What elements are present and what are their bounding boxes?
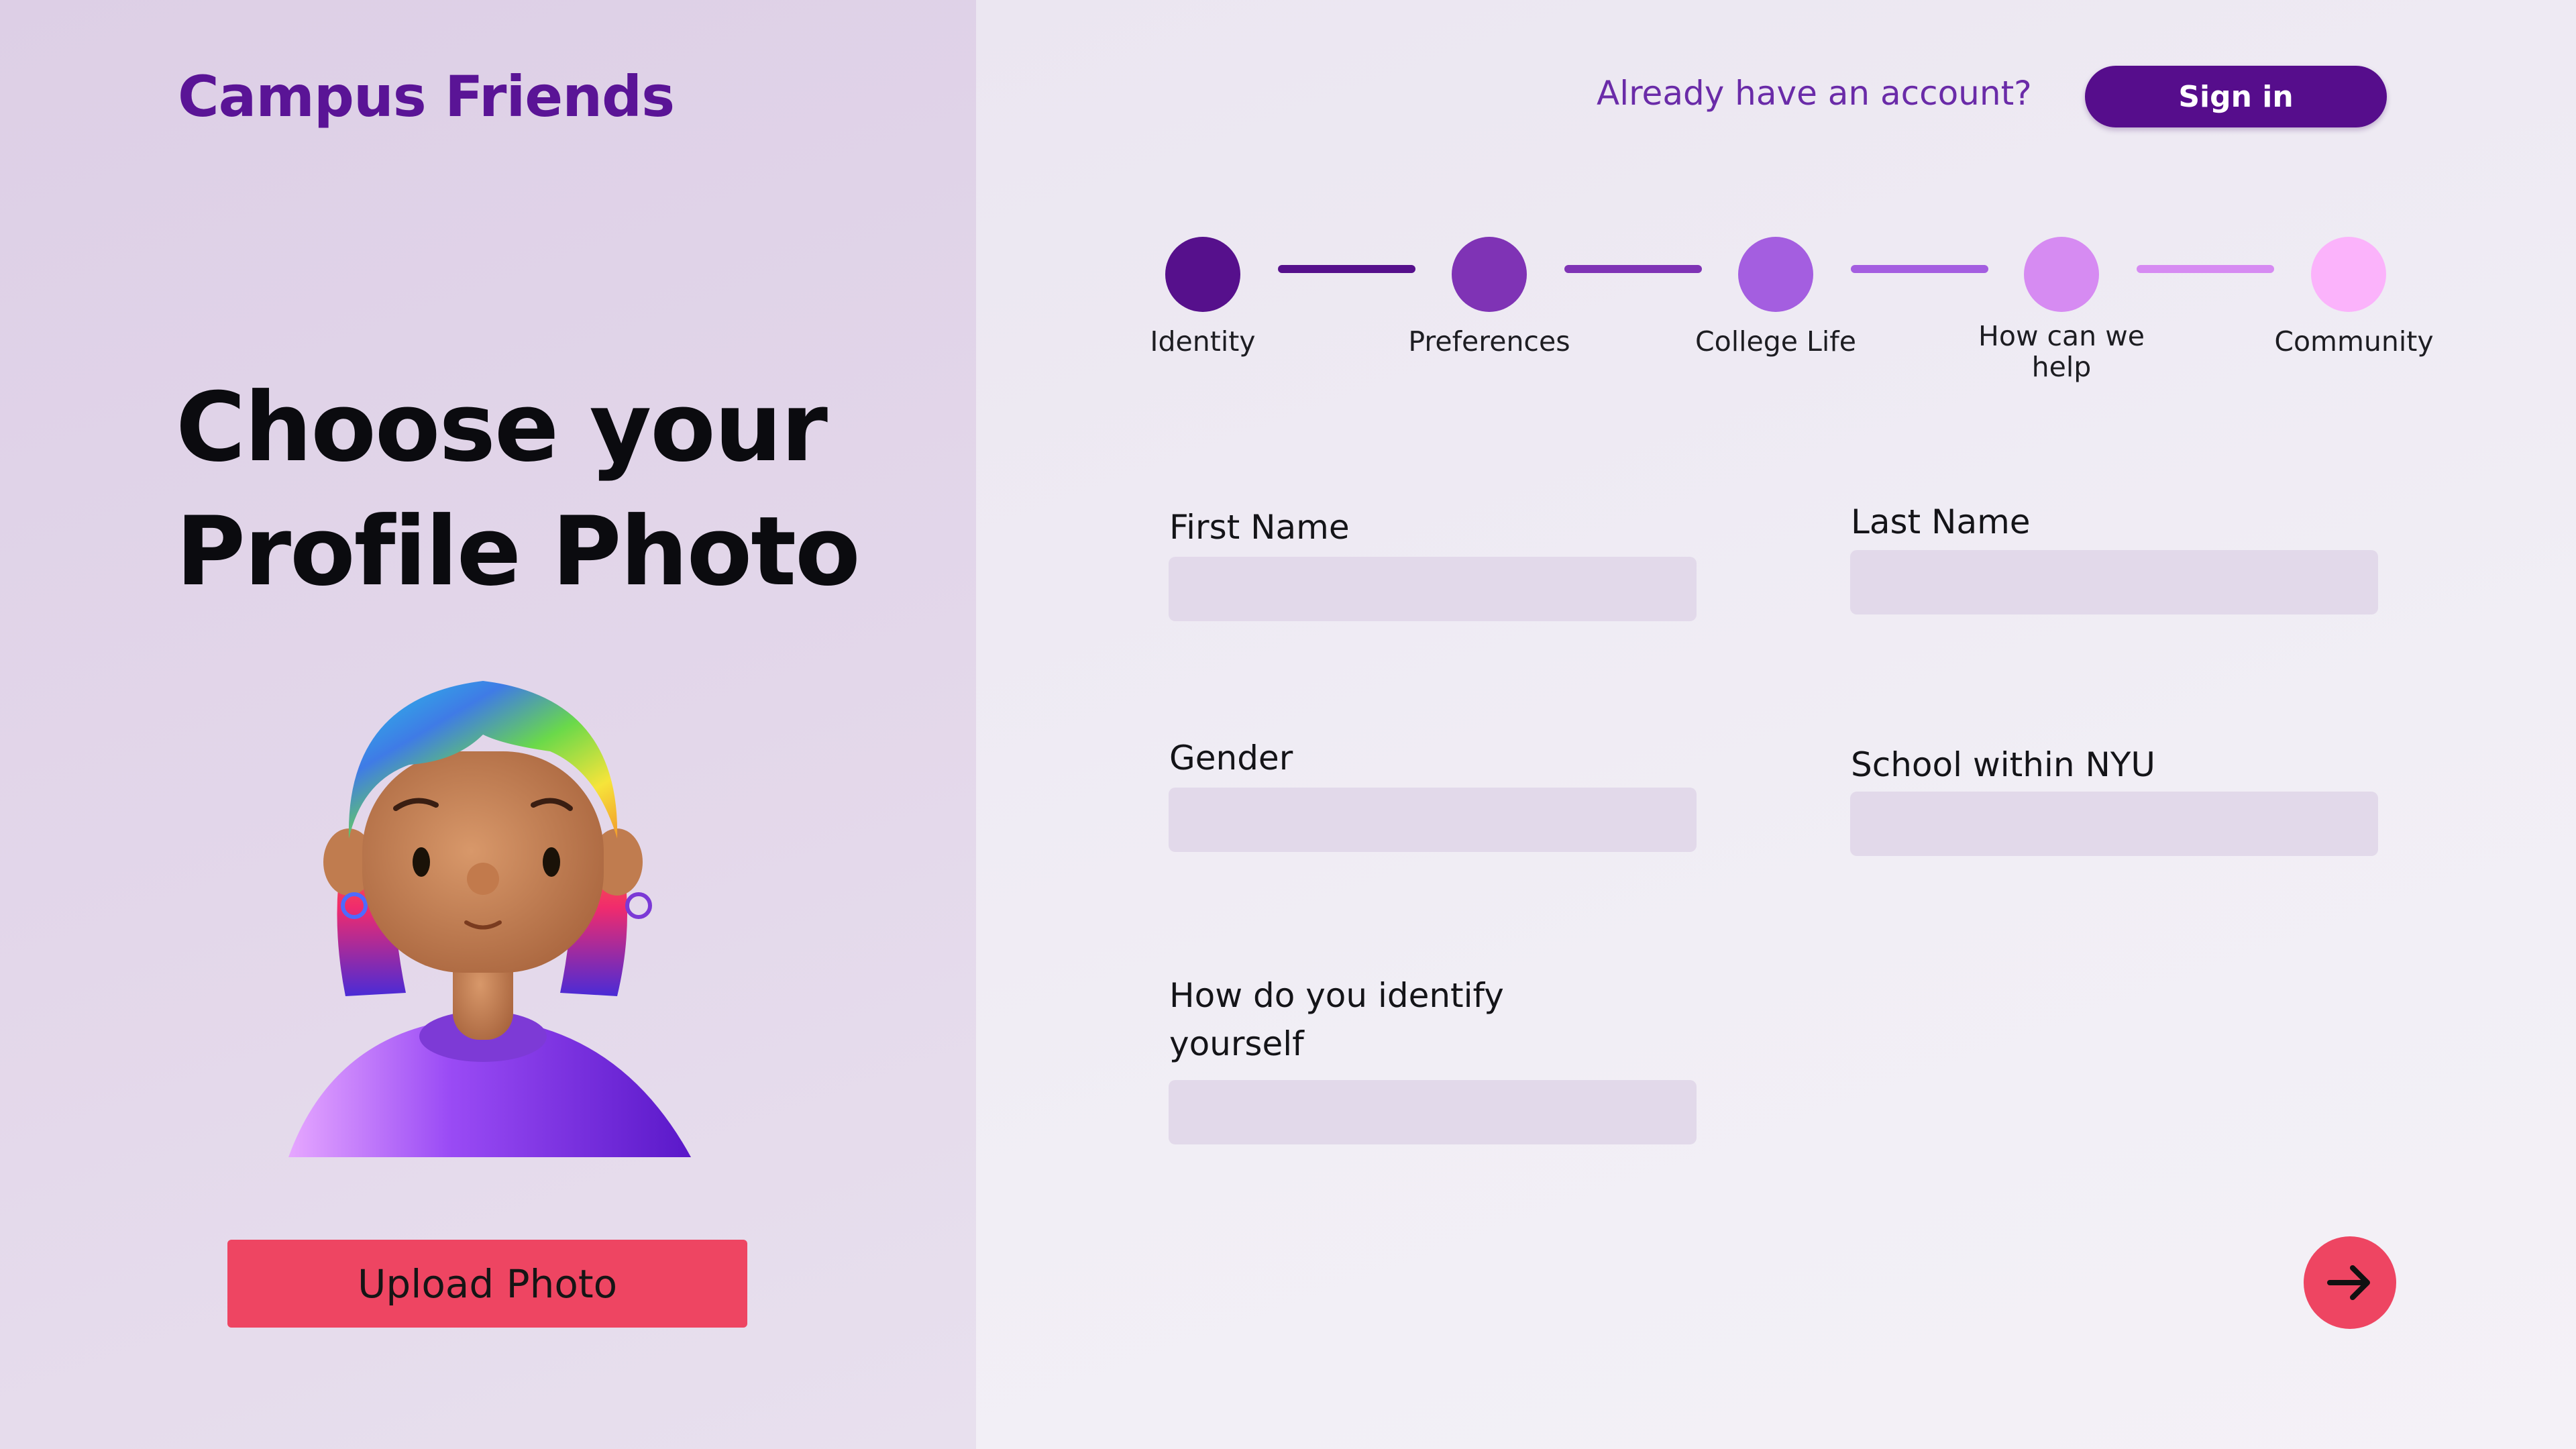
gender-label: Gender <box>1169 739 1293 777</box>
step-dot-community[interactable] <box>2311 237 2386 312</box>
next-button[interactable] <box>2304 1236 2396 1329</box>
last-name-label: Last Name <box>1851 502 2031 541</box>
step-connector <box>1278 265 1415 273</box>
face <box>362 751 604 973</box>
school-field[interactable] <box>1850 792 2378 856</box>
last-name-field[interactable] <box>1850 550 2378 614</box>
school-label: School within NYU <box>1851 745 2155 784</box>
step-dot-identity[interactable] <box>1165 237 1240 312</box>
step-label-community: Community <box>2274 325 2434 358</box>
first-name-field[interactable] <box>1169 557 1697 621</box>
step-label-college-life: College Life <box>1695 325 1856 358</box>
step-dot-how-can-we-help[interactable] <box>2024 237 2099 312</box>
upload-photo-button[interactable]: Upload Photo <box>227 1240 747 1328</box>
first-name-label: First Name <box>1169 508 1350 547</box>
step-label-preferences: Preferences <box>1408 325 1570 358</box>
arrow-right-icon <box>2327 1265 2370 1300</box>
brand-logo[interactable]: Campus Friends <box>178 64 675 129</box>
sign-in-button[interactable]: Sign in <box>2085 66 2387 127</box>
earring-right <box>625 892 652 919</box>
page-title-line-1: Choose your <box>176 372 828 483</box>
page-title: Choose your Profile Photo <box>176 366 947 614</box>
nose <box>467 863 499 895</box>
step-connector <box>1564 265 1702 273</box>
eye-right <box>543 847 560 877</box>
identify-field[interactable] <box>1169 1080 1697 1144</box>
step-dot-college-life[interactable] <box>1738 237 1813 312</box>
step-label-how-can-we-help: How can we help <box>1978 320 2145 383</box>
step-connector <box>1851 265 1988 273</box>
identify-label: How do you identify yourself <box>1169 976 1504 1063</box>
page-title-line-2: Profile Photo <box>176 496 861 607</box>
right-panel <box>976 0 2576 1449</box>
step-label-identity: Identity <box>1150 325 1256 358</box>
account-prompt: Already have an account? <box>1597 74 2032 113</box>
step-connector <box>2137 265 2274 273</box>
eye-left <box>413 847 430 877</box>
step-dot-preferences[interactable] <box>1452 237 1527 312</box>
avatar-illustration <box>288 681 691 1157</box>
gender-field[interactable] <box>1169 788 1697 852</box>
